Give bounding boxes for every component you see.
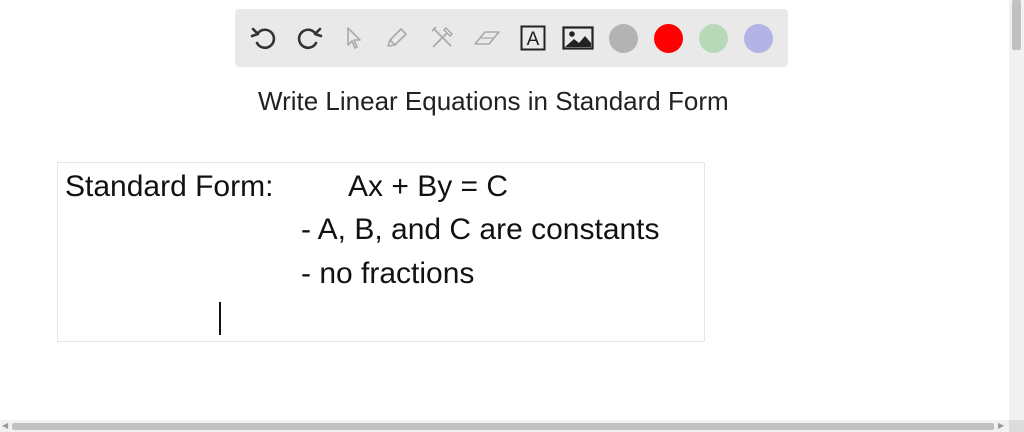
- text-tool-button[interactable]: A: [516, 21, 550, 55]
- eraser-icon: [474, 31, 500, 45]
- constants-note: - A, B, and C are constants: [301, 213, 660, 246]
- pen-icon: [387, 28, 407, 47]
- text-box[interactable]: Standard Form: Ax + By = C - A, B, and C…: [57, 162, 705, 342]
- text-box-glyph: A: [527, 29, 540, 50]
- pen-tool-button[interactable]: [380, 21, 414, 55]
- standard-form-equation: Ax + By = C: [348, 170, 509, 203]
- vertical-scroll-thumb[interactable]: [1012, 0, 1021, 50]
- scrollbar-corner: [1009, 420, 1024, 432]
- color-swatch-green[interactable]: [699, 24, 728, 53]
- horizontal-scrollbar[interactable]: ◀ ▶: [0, 420, 1009, 432]
- image-icon: [562, 26, 594, 50]
- text-box-icon: A: [520, 25, 546, 51]
- undo-icon: [250, 27, 276, 50]
- pointer-tool-button[interactable]: [336, 21, 370, 55]
- color-swatch-purple[interactable]: [744, 24, 773, 53]
- standard-form-label: Standard Form:: [65, 170, 274, 203]
- pointer-icon: [347, 27, 361, 49]
- vertical-scrollbar[interactable]: [1009, 0, 1024, 420]
- scroll-left-arrow-icon[interactable]: ◀: [2, 420, 8, 432]
- redo-icon: [297, 27, 323, 50]
- drawing-toolbar: A: [235, 9, 788, 67]
- redo-button[interactable]: [292, 21, 326, 55]
- page-title: Write Linear Equations in Standard Form: [258, 86, 729, 116]
- image-tool-button[interactable]: [561, 21, 595, 55]
- eraser-tool-button[interactable]: [470, 21, 504, 55]
- color-swatch-gray[interactable]: [609, 24, 638, 53]
- color-swatch-red[interactable]: [654, 24, 683, 53]
- scroll-right-arrow-icon[interactable]: ▶: [998, 420, 1004, 432]
- horizontal-scroll-thumb[interactable]: [12, 423, 994, 430]
- no-fractions-note: - no fractions: [301, 257, 475, 290]
- undo-button[interactable]: [247, 21, 281, 55]
- whiteboard-page: A Write Linear Equations in Standard For…: [0, 0, 1024, 432]
- tools-button[interactable]: [425, 21, 459, 55]
- text-cursor: [219, 302, 221, 335]
- tools-icon: [431, 26, 454, 48]
